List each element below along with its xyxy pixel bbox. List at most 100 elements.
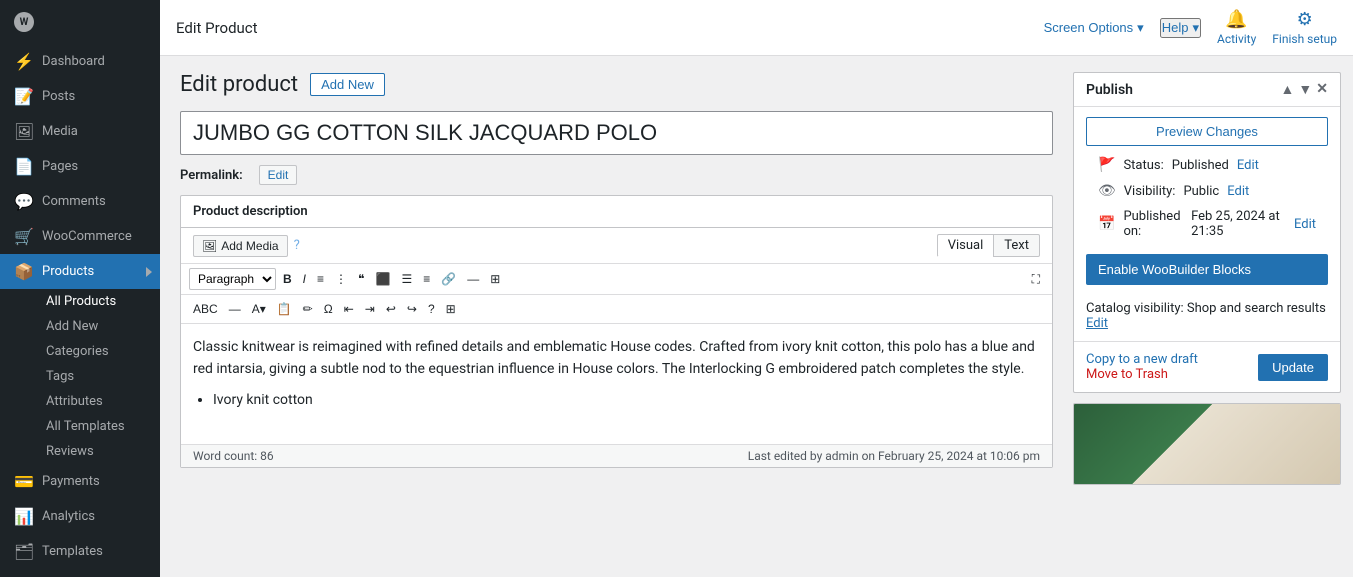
visual-tab[interactable]: Visual (937, 234, 994, 257)
sidebar: W ⚡ Dashboard 📝 Posts 🖼 Media 📄 Pages 💬 … (0, 0, 160, 577)
media-icon: 🖼 (14, 122, 34, 141)
help-button[interactable]: Help ▾ (1160, 18, 1201, 38)
help-btn2[interactable]: ? (424, 299, 439, 319)
collapse-down-icon[interactable]: ▼ (1298, 81, 1312, 98)
published-on-edit-link[interactable]: Edit (1294, 217, 1316, 232)
align-center-button[interactable]: ☰ (397, 269, 416, 289)
topbar: Edit Product Screen Options ▾ Help ▾ 🔔 A… (160, 0, 1353, 56)
editor-format-bar-2: ABC — A▾ 📋 ✏ Ω ⇤ ⇥ ↩ ↪ ? ⊞ (181, 295, 1052, 324)
page-heading-row: Edit product Add New (180, 72, 1053, 97)
sidebar-item-marketing[interactable]: 📣 Marketing (0, 569, 160, 577)
topbar-right: Screen Options ▾ Help ▾ 🔔 Activity ⚙ Fin… (1044, 9, 1337, 46)
editor-help-icon[interactable]: ? (294, 238, 300, 253)
move-trash-link[interactable]: Move to Trash (1086, 367, 1198, 382)
sidebar-item-analytics[interactable]: 📊 Analytics (0, 499, 160, 534)
editor-toolbar-top: 🖼 Add Media ? Visual Text (181, 228, 1052, 264)
description-box: Product description 🖼 Add Media ? Visual… (180, 195, 1053, 468)
catalog-label: Catalog visibility: (1086, 301, 1184, 316)
sidebar-item-woocommerce[interactable]: 🛒 WooCommerce (0, 219, 160, 254)
add-media-label: Add Media (221, 239, 278, 253)
table-button[interactable]: ⊞ (442, 299, 460, 319)
copy-draft-link[interactable]: Copy to a new draft (1086, 352, 1198, 367)
sidebar-item-all-templates[interactable]: All Templates (38, 414, 160, 439)
sidebar-item-posts[interactable]: 📝 Posts (0, 79, 160, 114)
sidebar-item-templates[interactable]: 🗂 Templates (0, 534, 160, 569)
product-title-input[interactable] (180, 111, 1053, 155)
strikethrough-button[interactable]: ABC (189, 299, 222, 319)
add-new-button[interactable]: Add New (310, 73, 385, 96)
sidebar-item-tags[interactable]: Tags (38, 364, 160, 389)
special-char-button[interactable]: Ω (320, 299, 337, 319)
sidebar-item-comments[interactable]: 💬 Comments (0, 184, 160, 219)
align-right-button[interactable]: ≡ (419, 269, 434, 289)
status-value: Published (1172, 158, 1229, 173)
more-button[interactable]: — (463, 269, 483, 289)
permalink-edit-button[interactable]: Edit (259, 165, 298, 185)
visibility-label: Visibility: (1124, 184, 1176, 199)
sidebar-item-reviews[interactable]: Reviews (38, 439, 160, 464)
ordered-list-button[interactable]: ⋮ (331, 269, 351, 289)
sidebar-item-attributes[interactable]: Attributes (38, 389, 160, 414)
blockquote-button[interactable]: ❝ (354, 269, 368, 289)
templates-icon: 🗂 (14, 542, 34, 561)
published-on-value: Feb 25, 2024 at 21:35 (1191, 209, 1286, 239)
activity-button[interactable]: 🔔 Activity (1217, 9, 1256, 46)
text-color-button[interactable]: A▾ (248, 299, 270, 319)
reviews-label: Reviews (46, 444, 94, 459)
sidebar-item-label: Pages (42, 159, 78, 174)
sidebar-item-label: Analytics (42, 509, 95, 524)
description-text: Classic knitwear is reimagined with refi… (193, 336, 1040, 381)
bullet-1: Ivory knit cotton (213, 389, 1040, 411)
status-label: Status: (1123, 158, 1163, 173)
outdent-button[interactable]: ⇥ (361, 299, 379, 319)
editor-footer: Word count: 86 Last edited by admin on F… (181, 444, 1052, 467)
close-panel-icon[interactable]: ✕ (1316, 81, 1328, 98)
calendar-icon: 📅 (1098, 216, 1115, 232)
paste-button[interactable]: 📋 (273, 299, 296, 319)
sidebar-item-dashboard[interactable]: ⚡ Dashboard (0, 44, 160, 79)
toolbar-toggle-button[interactable]: ⊞ (486, 269, 504, 289)
catalog-value: Shop and search results (1187, 301, 1326, 316)
hr-button[interactable]: — (225, 299, 245, 319)
paragraph-select[interactable]: Paragraph (189, 268, 276, 290)
sidebar-item-payments[interactable]: 💳 Payments (0, 464, 160, 499)
sidebar-item-label: Products (42, 264, 94, 279)
enable-woobuilder-button[interactable]: Enable WooBuilder Blocks (1086, 254, 1328, 285)
redo-button[interactable]: ↪ (403, 299, 421, 319)
permalink-row: Permalink: Edit (180, 165, 1053, 185)
visibility-edit-link[interactable]: Edit (1227, 184, 1249, 199)
publish-body: Preview Changes 🚩 Status: Published Edit… (1074, 117, 1340, 244)
screen-options-button[interactable]: Screen Options ▾ (1044, 20, 1144, 36)
undo-button[interactable]: ↩ (382, 299, 400, 319)
sidebar-item-all-products[interactable]: All Products (38, 289, 160, 314)
catalog-section: Catalog visibility: Shop and search resu… (1074, 295, 1340, 341)
align-left-button[interactable]: ⬛ (372, 269, 395, 289)
unordered-list-button[interactable]: ≡ (313, 269, 328, 289)
link-button[interactable]: 🔗 (437, 269, 460, 289)
sidebar-item-products[interactable]: 📦 Products (0, 254, 160, 289)
clear-format-button[interactable]: ✏ (299, 299, 317, 319)
bold-button[interactable]: B (279, 269, 296, 289)
payments-icon: 💳 (14, 472, 34, 491)
indent-button[interactable]: ⇤ (340, 299, 358, 319)
text-tab[interactable]: Text (993, 234, 1040, 257)
preview-changes-button[interactable]: Preview Changes (1086, 117, 1328, 146)
sidebar-item-add-new[interactable]: Add New (38, 314, 160, 339)
sidebar-item-pages[interactable]: 📄 Pages (0, 149, 160, 184)
finish-setup-button[interactable]: ⚙ Finish setup (1272, 9, 1337, 46)
status-icon: 🚩 (1098, 157, 1115, 173)
sidebar-item-media[interactable]: 🖼 Media (0, 114, 160, 149)
collapse-up-icon[interactable]: ▲ (1281, 81, 1295, 98)
dashboard-icon: ⚡ (14, 52, 34, 71)
sidebar-item-label: Comments (42, 194, 106, 209)
editor-content[interactable]: Classic knitwear is reimagined with refi… (181, 324, 1052, 444)
add-media-button[interactable]: 🖼 Add Media (193, 235, 288, 257)
fullscreen-button[interactable]: ⛶ (1028, 269, 1044, 290)
catalog-edit-link[interactable]: Edit (1086, 316, 1108, 331)
sidebar-item-categories[interactable]: Categories (38, 339, 160, 364)
publish-box-header: Publish ▲ ▼ ✕ (1074, 73, 1340, 107)
update-button[interactable]: Update (1258, 354, 1328, 381)
status-edit-link[interactable]: Edit (1237, 158, 1259, 173)
editor-area: Edit product Add New Permalink: Edit Pro… (160, 56, 1073, 577)
italic-button[interactable]: I (299, 269, 310, 289)
